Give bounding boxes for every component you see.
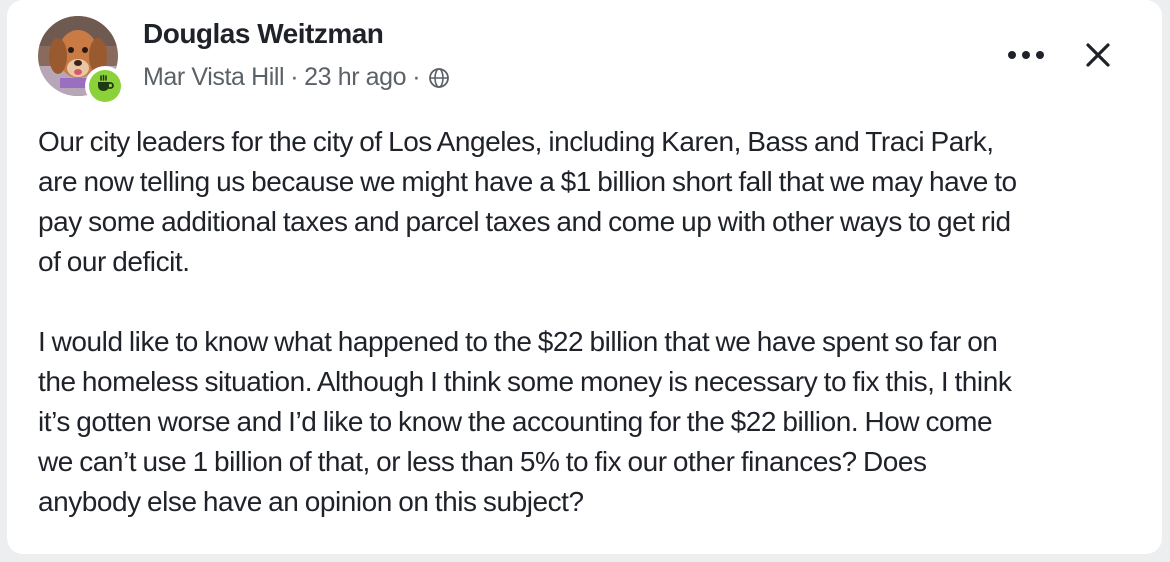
more-horizontal-icon bbox=[1006, 47, 1046, 65]
globe-icon bbox=[428, 67, 450, 89]
post-timestamp[interactable]: 23 hr ago bbox=[304, 63, 406, 92]
coffee-badge bbox=[85, 66, 125, 106]
post-body: Our city leaders for the city of Los Ang… bbox=[38, 122, 1143, 562]
post-meta: Mar Vista Hill · 23 hr ago · bbox=[143, 63, 450, 92]
post-paragraph: Our city leaders for the city of Los Ang… bbox=[38, 126, 1017, 277]
meta-separator: · bbox=[412, 63, 421, 91]
post-paragraph: I would like to know what happened to th… bbox=[38, 326, 1012, 517]
author-avatar-group[interactable] bbox=[38, 16, 125, 106]
more-options-button[interactable] bbox=[1002, 38, 1050, 74]
close-button[interactable] bbox=[1077, 36, 1119, 78]
coffee-cup-icon bbox=[95, 74, 115, 99]
close-icon bbox=[1085, 42, 1111, 73]
meta-separator: · bbox=[290, 63, 299, 91]
author-name[interactable]: Douglas Weitzman bbox=[143, 18, 384, 50]
post-card: Douglas Weitzman Mar Vista Hill · 23 hr … bbox=[7, 0, 1162, 554]
neighborhood-link[interactable]: Mar Vista Hill bbox=[143, 63, 285, 92]
